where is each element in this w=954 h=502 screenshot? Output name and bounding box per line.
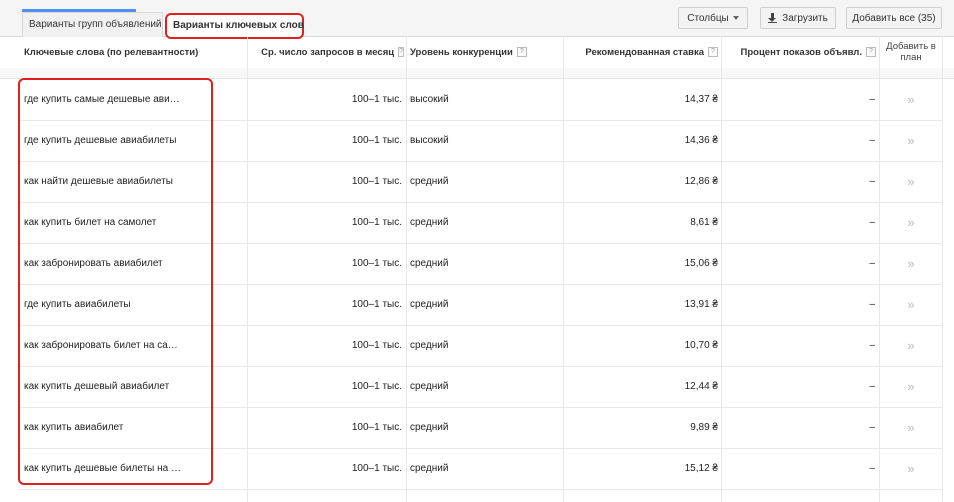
add-to-plan-icon[interactable]: »	[880, 325, 942, 366]
header-add-to-plan-line2: план	[900, 52, 922, 63]
header-volume-label: Ср. число запросов в месяц	[261, 46, 395, 58]
add-to-plan-icon[interactable]: »	[880, 161, 942, 202]
bid-cell: 15,12 ₴	[684, 463, 718, 474]
table-row: где купить дешевые авиабилеты 100–1 тыс.…	[18, 120, 942, 162]
add-to-plan-icon[interactable]: »	[880, 120, 942, 161]
impression-share-cell: –	[869, 258, 875, 269]
competition-cell: средний	[410, 381, 449, 392]
impression-share-cell: –	[869, 217, 875, 228]
help-icon[interactable]: ?	[866, 47, 876, 57]
volume-cell: 100–1 тыс.	[351, 94, 402, 105]
keyword-cell: как купить авиабилет	[24, 422, 124, 433]
volume-cell: 100–1 тыс.	[351, 217, 402, 228]
add-to-plan-icon[interactable]: »	[880, 202, 942, 243]
competition-cell: средний	[410, 258, 449, 269]
table-row: как купить дешевый авиабилет 100–1 тыс. …	[18, 366, 942, 408]
volume-cell: 100–1 тыс.	[351, 422, 402, 433]
table-spacer	[0, 68, 954, 79]
add-to-plan-icon[interactable]: »	[880, 366, 942, 407]
add-all-button[interactable]: Добавить все (35)	[846, 7, 942, 29]
bid-cell: 9,89 ₴	[690, 422, 718, 433]
header-keyword[interactable]: Ключевые слова (по релевантности)	[24, 36, 224, 68]
keyword-cell: где купить дешевые авиабилеты	[24, 135, 177, 146]
help-icon[interactable]: ?	[708, 47, 718, 57]
impression-share-cell: –	[869, 299, 875, 310]
bid-cell: 12,86 ₴	[684, 176, 718, 187]
header-impression-share-label: Процент показов объявл.	[740, 46, 862, 58]
header-add-to-plan: Добавить в план	[880, 36, 942, 68]
volume-cell: 100–1 тыс.	[351, 340, 402, 351]
keyword-cell: как забронировать билет на са…	[24, 340, 178, 351]
header-add-to-plan-line1: Добавить в	[886, 41, 936, 52]
bid-cell: 8,61 ₴	[690, 217, 718, 228]
column-divider	[942, 36, 943, 502]
impression-share-cell: –	[869, 340, 875, 351]
impression-share-cell: –	[869, 463, 875, 474]
volume-cell: 100–1 тыс.	[351, 135, 402, 146]
columns-button[interactable]: Столбцы	[678, 7, 748, 29]
columns-label: Столбцы	[687, 13, 729, 24]
help-icon[interactable]: ?	[516, 47, 527, 57]
impression-share-cell: –	[869, 135, 875, 146]
header-bid-label: Рекомендованная ставка	[585, 46, 704, 58]
competition-cell: средний	[410, 463, 449, 474]
download-icon	[768, 13, 778, 24]
bid-cell: 12,44 ₴	[684, 381, 718, 392]
competition-cell: средний	[410, 176, 449, 187]
table-row: как купить авиабилет 100–1 тыс. средний …	[18, 407, 942, 449]
add-to-plan-icon[interactable]: »	[880, 243, 942, 284]
add-to-plan-icon[interactable]: »	[880, 79, 942, 120]
bid-cell: 13,91 ₴	[684, 299, 718, 310]
impression-share-cell: –	[869, 94, 875, 105]
keyword-cell: как купить билет на самолет	[24, 217, 157, 228]
download-label: Загрузить	[782, 13, 828, 24]
table-row: как купить билет на самолет 100–1 тыс. с…	[18, 202, 942, 244]
download-button[interactable]: Загрузить	[760, 7, 836, 29]
table-row: где купить авиабилеты 100–1 тыс. средний…	[18, 284, 942, 326]
volume-cell: 100–1 тыс.	[351, 381, 402, 392]
competition-cell: высокий	[410, 135, 449, 146]
bid-cell: 14,36 ₴	[684, 135, 718, 146]
header-competition-label: Уровень конкуренции	[410, 46, 513, 58]
volume-cell: 100–1 тыс.	[351, 463, 402, 474]
chevron-down-icon	[732, 16, 739, 21]
tab-ad-group-ideas[interactable]: Варианты групп объявлений	[22, 12, 163, 37]
header-volume[interactable]: Ср. число запросов в месяц?	[261, 36, 404, 68]
table-row: где купить самые дешевые ави… 100–1 тыс.…	[18, 79, 942, 121]
volume-cell: 100–1 тыс.	[351, 176, 402, 187]
impression-share-cell: –	[869, 381, 875, 392]
table-row: как забронировать авиабилет 100–1 тыс. с…	[18, 243, 942, 285]
bid-cell: 15,06 ₴	[684, 258, 718, 269]
header-bid[interactable]: Рекомендованная ставка?	[570, 36, 718, 68]
table-row: как забронировать билет на са… 100–1 тыс…	[18, 325, 942, 367]
bid-cell: 14,37 ₴	[684, 94, 718, 105]
header-competition[interactable]: Уровень конкуренции?	[410, 36, 560, 68]
add-to-plan-icon[interactable]: »	[880, 407, 942, 448]
competition-cell: высокий	[410, 94, 449, 105]
competition-cell: средний	[410, 217, 449, 228]
competition-cell: средний	[410, 340, 449, 351]
table-row: как купить дешевые билеты на … 100–1 тыс…	[18, 448, 942, 490]
table-header: Ключевые слова (по релевантности) Ср. чи…	[0, 36, 954, 69]
keyword-cell: как купить дешевый авиабилет	[24, 381, 170, 392]
impression-share-cell: –	[869, 422, 875, 433]
competition-cell: средний	[410, 422, 449, 433]
help-icon[interactable]: ?	[398, 47, 404, 57]
add-to-plan-icon[interactable]: »	[880, 448, 942, 489]
table-row: как найти дешевые авиабилеты 100–1 тыс. …	[18, 161, 942, 203]
keyword-cell: как забронировать авиабилет	[24, 258, 163, 269]
keyword-cell: как найти дешевые авиабилеты	[24, 176, 173, 187]
keyword-cell: где купить самые дешевые ави…	[24, 94, 180, 105]
header-impression-share[interactable]: Процент показов объявл.?	[728, 36, 876, 68]
keyword-cell: где купить авиабилеты	[24, 299, 131, 310]
bid-cell: 10,70 ₴	[684, 340, 718, 351]
competition-cell: средний	[410, 299, 449, 310]
keyword-cell: как купить дешевые билеты на …	[24, 463, 181, 474]
impression-share-cell: –	[869, 176, 875, 187]
toolbar: Варианты групп объявлений Варианты ключе…	[0, 0, 954, 39]
volume-cell: 100–1 тыс.	[351, 299, 402, 310]
volume-cell: 100–1 тыс.	[351, 258, 402, 269]
header-keyword-label: Ключевые слова (по релевантности)	[24, 46, 199, 58]
add-to-plan-icon[interactable]: »	[880, 284, 942, 325]
